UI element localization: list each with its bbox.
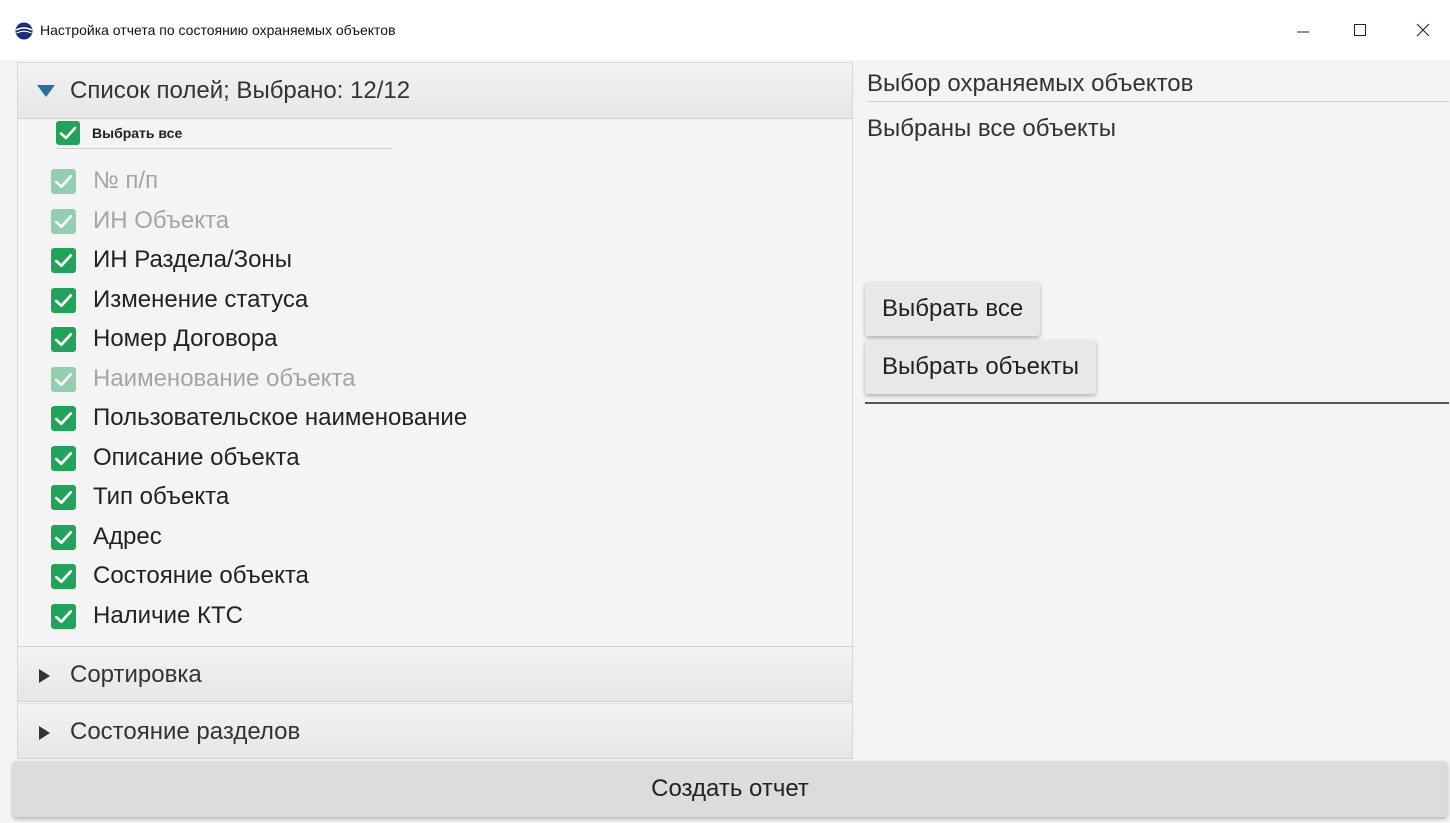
field-checkbox-label: Тип объекта (93, 483, 230, 510)
checkbox-checked-icon (51, 485, 76, 510)
checkbox-checked-icon (51, 287, 76, 313)
divider (867, 101, 1449, 102)
field-checkbox-label: Состояние объекта (93, 562, 309, 589)
field-checkbox-item[interactable]: Номер Договора (51, 323, 831, 363)
checkbox-checked-icon (51, 169, 76, 194)
sort-pane-title: Сортировка (70, 661, 202, 688)
fields-pane-title: Список полей; Выбрано: 12/12 (70, 77, 411, 104)
sections-state-pane-title: Состояние разделов (70, 718, 301, 745)
fields-accordion: Список полей; Выбрано: 12/12 Выбрать все… (17, 62, 853, 759)
field-checkbox-label: ИН Раздела/Зоны (93, 246, 292, 273)
fields-pane-header[interactable]: Список полей; Выбрано: 12/12 (18, 63, 852, 119)
maximize-icon (1354, 24, 1366, 36)
report-settings-window: Настройка отчета по состоянию охраняемых… (0, 0, 1450, 823)
field-checkbox-item[interactable]: Изменение статуса (51, 284, 831, 324)
objects-panel-title: Выбор охраняемых объектов (867, 70, 1194, 97)
checkbox-checked-icon (51, 445, 76, 471)
select-objects-button[interactable]: Выбрать объекты (865, 340, 1096, 394)
window-title: Настройка отчета по состоянию охраняемых… (40, 22, 396, 38)
field-checkbox-label: № п/п (93, 167, 159, 194)
select-all-fields-checkbox[interactable]: Выбрать все (56, 119, 392, 149)
field-checkbox-item: Наименование объекта (51, 363, 831, 403)
field-checkbox-label: Описание объекта (93, 443, 300, 471)
close-button[interactable] (1400, 12, 1446, 48)
field-checkbox-label: ИН Объекта (93, 206, 230, 234)
field-checkbox-item: ИН Объекта (51, 205, 831, 245)
checkbox-checked-icon (51, 524, 76, 550)
checkbox-checked-icon (51, 603, 76, 629)
field-checkbox-label: Пользовательское наименование (93, 404, 468, 431)
collapsed-arrow-icon (39, 669, 50, 683)
minimize-button[interactable] (1280, 12, 1326, 48)
close-icon (1416, 23, 1430, 37)
field-checkbox-item: № п/п (51, 165, 831, 205)
field-checkbox-label: Наименование объекта (93, 364, 356, 392)
field-checkbox-label: Изменение статуса (93, 285, 309, 313)
expanded-arrow-icon (37, 85, 55, 97)
checkbox-checked-icon (56, 121, 80, 145)
field-checkbox-item[interactable]: Тип объекта (51, 481, 831, 521)
field-checkbox-label: Номер Договора (93, 325, 278, 352)
checkbox-checked-icon (51, 564, 76, 589)
minimize-icon (1297, 31, 1309, 33)
sort-pane-header[interactable]: Сортировка (18, 646, 852, 702)
field-checkbox-item[interactable]: Состояние объекта (51, 560, 831, 600)
globe-app-icon (15, 22, 33, 40)
field-checkbox-item[interactable]: Адрес (51, 521, 831, 561)
field-checkbox-item[interactable]: Пользовательское наименование (51, 402, 831, 442)
checkbox-checked-icon (51, 366, 76, 392)
field-checkbox-item[interactable]: Наличие КТС (51, 600, 831, 640)
checkbox-checked-icon (51, 327, 76, 352)
sections-state-pane-header[interactable]: Состояние разделов (18, 703, 852, 759)
field-checkbox-item[interactable]: Описание объекта (51, 442, 831, 482)
title-bar: Настройка отчета по состоянию охраняемых… (0, 0, 1450, 60)
checkbox-checked-icon (51, 406, 76, 431)
field-list: № п/п ИН Объекта ИН Раздела/Зоны Изменение … (51, 165, 831, 639)
maximize-button[interactable] (1337, 12, 1383, 48)
checkbox-checked-icon (51, 248, 76, 273)
field-checkbox-label: Наличие КТС (93, 601, 243, 629)
objects-selection-panel: Выбор охраняемых объектов Выбраны все об… (853, 62, 1450, 759)
field-checkbox-label: Адрес (93, 522, 162, 550)
select-all-fields-label: Выбрать все (92, 125, 183, 141)
separator-line (865, 402, 1449, 404)
checkbox-checked-icon (51, 208, 76, 234)
select-all-objects-button[interactable]: Выбрать все (865, 282, 1041, 336)
collapsed-arrow-icon (39, 726, 50, 740)
create-report-button[interactable]: Создать отчет (13, 761, 1447, 817)
objects-selection-status: Выбраны все объекты (867, 115, 1117, 142)
field-checkbox-item[interactable]: ИН Раздела/Зоны (51, 244, 831, 284)
